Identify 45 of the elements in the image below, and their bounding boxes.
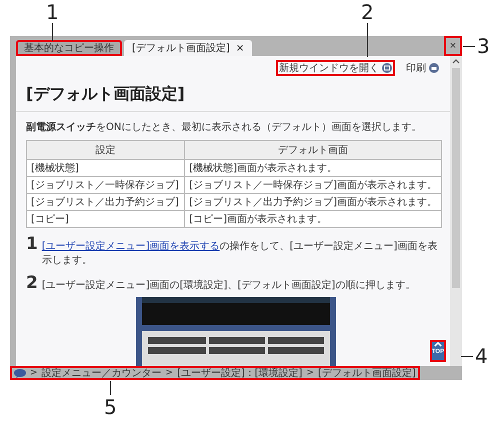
- breadcrumb-link[interactable]: 設定メニュー／カウンター: [42, 366, 162, 380]
- table-cell: [ジョブリスト／出力予約ジョブ]: [26, 194, 185, 210]
- tab[interactable]: 基本的なコピー操作: [16, 40, 122, 56]
- table-cell: [ジョブリスト／出力予約ジョブ]画面が表示されます。: [184, 194, 442, 210]
- callout-number: 3: [477, 36, 490, 56]
- intro-text: 副電源スイッチをONにしたとき、最初に表示される（デフォルト）画面を選択します。: [26, 120, 422, 134]
- breadcrumb-separator: >: [30, 368, 38, 378]
- step-text: [ユーザー設定メニュー]画面の[環境設定]、[デフォルト画面設定]の順に押します。: [42, 278, 416, 292]
- table-cell: [ジョブリスト／一時保存ジョブ]: [26, 176, 185, 194]
- breadcrumb-link[interactable]: [ユーザー設定] : [環境設定]: [177, 366, 302, 380]
- column-header: デフォルト画面: [184, 140, 442, 160]
- leader-line: [110, 381, 111, 395]
- callout-number: 4: [475, 346, 488, 366]
- callout-number: 5: [104, 397, 117, 417]
- leader-line: [52, 23, 53, 41]
- step-link[interactable]: [ユーザー設定メニュー]画面を表示する: [42, 241, 220, 252]
- scrollbar[interactable]: [450, 56, 462, 366]
- page-heading: [デフォルト画面設定]: [26, 84, 186, 105]
- leader-line: [463, 46, 475, 47]
- table-cell: [機械状態]画面が表示されます。: [184, 160, 442, 176]
- step-text: [ユーザー設定メニュー]画面を表示するの操作をして、[ユーザー設定メニュー]画面を表示します。: [42, 240, 438, 267]
- print-link[interactable]: 印刷: [403, 60, 442, 76]
- column-header: 設定: [26, 140, 185, 160]
- step-number: 2: [26, 273, 38, 293]
- leader-line: [461, 356, 473, 357]
- leader-line: [367, 23, 368, 57]
- table-cell: [コピー]画面が表示されます。: [184, 210, 442, 228]
- chevron-up-icon: [434, 342, 442, 347]
- new-window-link[interactable]: 新規ウインドウを開く: [276, 60, 395, 76]
- table-cell: [機械状態]: [26, 160, 185, 176]
- table-cell: [ジョブリスト／一時保存ジョブ]画面が表示されます。: [184, 176, 442, 194]
- window-icon: [382, 63, 392, 73]
- chevron-up-icon[interactable]: [451, 58, 461, 64]
- printer-icon: [429, 63, 439, 73]
- step-number: 1: [26, 234, 38, 254]
- breadcrumb-separator: >: [306, 368, 314, 378]
- tab[interactable]: [デフォルト画面設定] ×: [124, 40, 252, 56]
- table-cell: [コピー]: [26, 210, 185, 228]
- breadcrumb-separator: >: [166, 368, 174, 378]
- tab-close-button[interactable]: ×: [236, 42, 244, 54]
- breadcrumb-link[interactable]: [デフォルト画面設定]: [318, 366, 416, 380]
- callout-number: 2: [361, 2, 374, 22]
- close-button[interactable]: ×: [444, 36, 462, 56]
- callout-number: 1: [46, 2, 59, 22]
- speech-bubble-icon: [14, 368, 26, 378]
